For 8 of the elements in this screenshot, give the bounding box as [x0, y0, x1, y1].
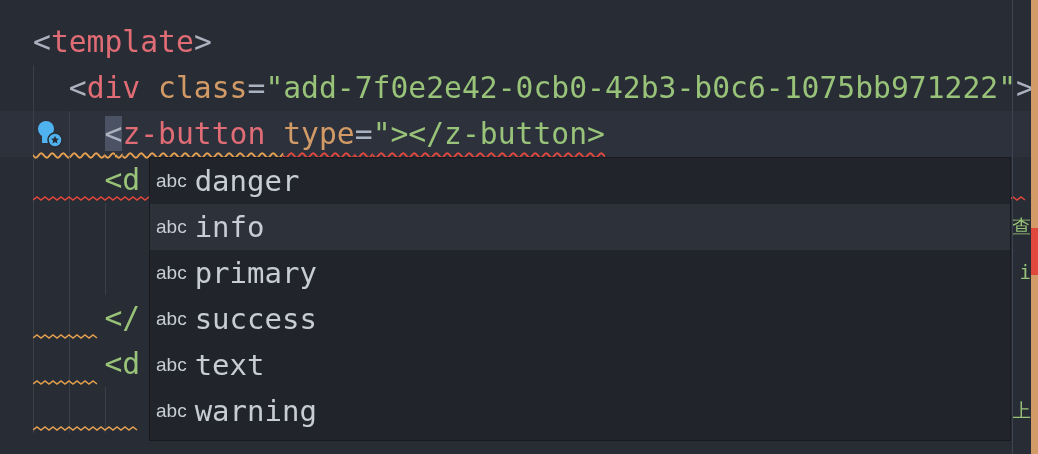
code-text: <d [103, 346, 141, 382]
code-text: <d [103, 162, 141, 198]
code-text: 上 [1012, 398, 1031, 423]
code-text: <z-button type="></z-button> [103, 116, 605, 152]
code-text: </ [103, 300, 141, 336]
code-text: <template> [33, 24, 212, 60]
code-text: i [1019, 260, 1031, 285]
code-text: 查 [1012, 214, 1031, 239]
